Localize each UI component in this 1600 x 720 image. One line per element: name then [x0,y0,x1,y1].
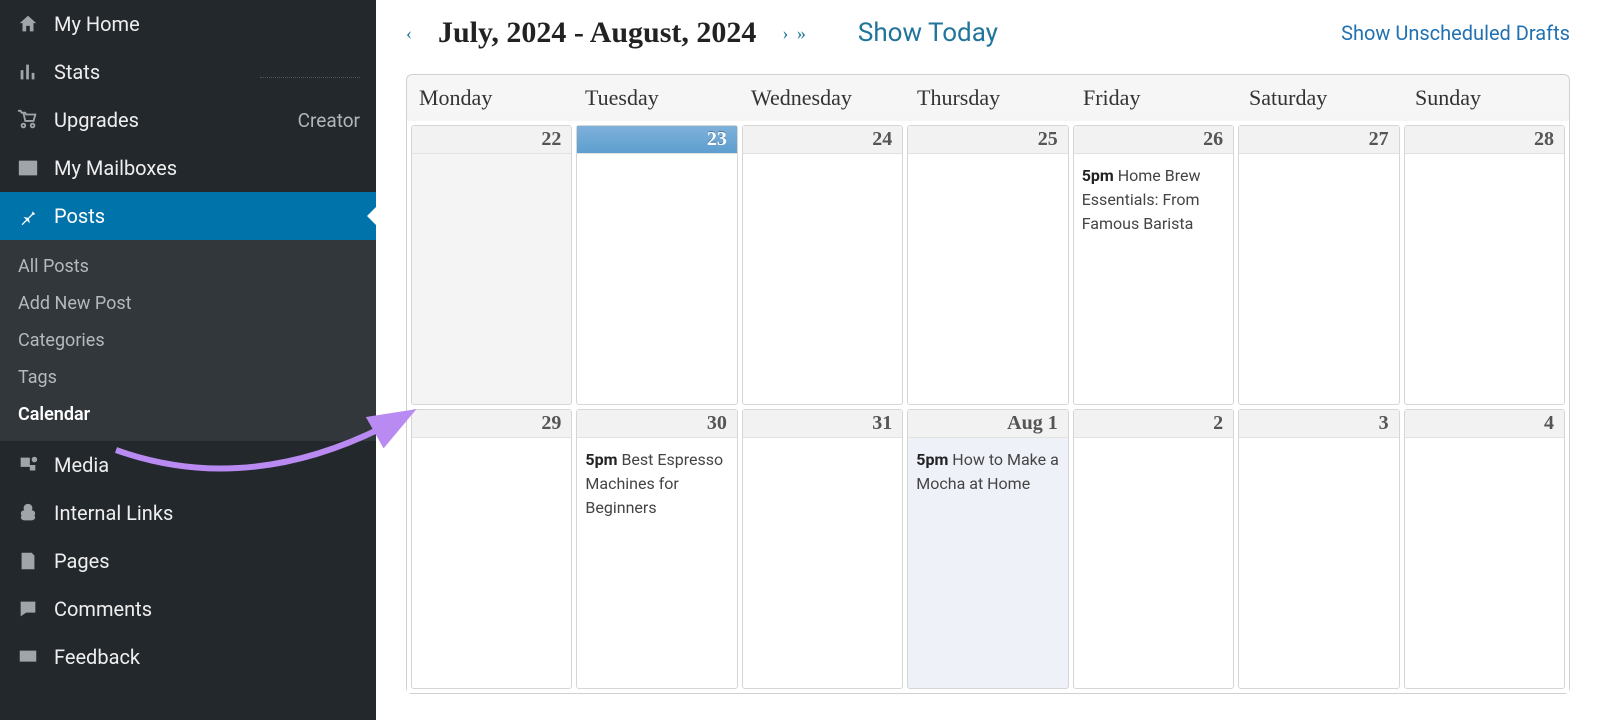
calendar-day-cell[interactable]: 22 [411,125,572,405]
prev-month-button[interactable]: ‹ [406,23,412,44]
calendar-day-cell[interactable]: 28 [1404,125,1565,405]
day-number: 3 [1239,410,1398,438]
calendar-day-cell[interactable]: 4 [1404,409,1565,689]
day-number: 31 [743,410,902,438]
stats-icon [16,60,40,84]
weekday-header: Tuesday [573,75,739,121]
sidebar-item-label: My Home [54,12,140,36]
divider [260,77,360,78]
sidebar-item-label: Stats [54,60,100,84]
calendar-day-cell[interactable]: 2 [1073,409,1234,689]
sidebar-item-label: Posts [54,204,105,228]
sidebar-item-feedback[interactable]: Feedback [0,633,376,681]
calendar-day-cell[interactable]: 31 [742,409,903,689]
calendar-day-cell[interactable]: 265pm Home Brew Essentials: From Famous … [1073,125,1234,405]
weekday-header: Friday [1071,75,1237,121]
sidebar-item-upgrades[interactable]: Upgrades Creator [0,96,376,144]
sidebar-item-my-mailboxes[interactable]: My Mailboxes [0,144,376,192]
sidebar-item-comments[interactable]: Comments [0,585,376,633]
submenu-item-all-posts[interactable]: All Posts [0,248,376,285]
sidebar-item-posts[interactable]: Posts [0,192,376,240]
submenu-item-tags[interactable]: Tags [0,359,376,396]
day-number: 28 [1405,126,1564,154]
day-number: Aug 1 [908,410,1067,438]
sidebar-badge: Creator [298,109,360,132]
day-number: 25 [908,126,1067,154]
calendar-event[interactable]: 5pm How to Make a Mocha at Home [908,438,1067,496]
sidebar-item-label: Internal Links [54,501,173,525]
day-number: 29 [412,410,571,438]
day-number: 4 [1405,410,1564,438]
sidebar-item-label: Upgrades [54,108,139,132]
calendar-day-cell[interactable]: 25 [907,125,1068,405]
comment-icon [16,597,40,621]
day-number: 2 [1074,410,1233,438]
feedback-icon [16,645,40,669]
calendar-day-cell[interactable]: 305pm Best Espresso Machines for Beginne… [576,409,737,689]
sidebar-item-media[interactable]: Media [0,441,376,489]
calendar-range-title: July, 2024 - August, 2024 [438,16,756,50]
day-number: 22 [412,126,571,154]
calendar-event[interactable]: 5pm Home Brew Essentials: From Famous Ba… [1074,154,1233,236]
submenu-item-add-new-post[interactable]: Add New Post [0,285,376,322]
sidebar-item-label: Pages [54,549,110,573]
posts-submenu: All PostsAdd New PostCategoriesTagsCalen… [0,240,376,441]
calendar-day-cell[interactable]: 3 [1238,409,1399,689]
weekday-header: Wednesday [739,75,905,121]
calendar-header: ‹ July, 2024 - August, 2024 › » Show Tod… [406,0,1570,74]
calendar-main: ‹ July, 2024 - August, 2024 › » Show Tod… [376,0,1600,720]
cart-icon [16,108,40,132]
mail-icon [16,156,40,180]
sidebar-item-label: Feedback [54,645,140,669]
show-today-link[interactable]: Show Today [858,18,998,48]
submenu-item-categories[interactable]: Categories [0,322,376,359]
calendar-event[interactable]: 5pm Best Espresso Machines for Beginners [577,438,736,520]
calendar-day-cell[interactable]: 27 [1238,125,1399,405]
weekday-header-row: MondayTuesdayWednesdayThursdayFridaySatu… [407,75,1569,121]
sidebar-item-label: Media [54,453,109,477]
calendar-grid: MondayTuesdayWednesdayThursdayFridaySatu… [406,74,1570,694]
admin-sidebar: My Home Stats Upgrades Creator My Mailboxes P… [0,0,376,720]
day-number: 23 [577,126,736,154]
weekday-header: Saturday [1237,75,1403,121]
calendar-day-cell[interactable]: 29 [411,409,572,689]
weekday-header: Monday [407,75,573,121]
calendar-day-cell[interactable]: Aug 15pm How to Make a Mocha at Home [907,409,1068,689]
sidebar-item-label: My Mailboxes [54,156,177,180]
pin-icon [16,204,40,228]
links-icon [16,501,40,525]
sidebar-item-stats[interactable]: Stats [0,48,376,96]
calendar-day-cell[interactable]: 24 [742,125,903,405]
sidebar-item-internal-links[interactable]: Internal Links [0,489,376,537]
sidebar-item-label: Comments [54,597,152,621]
weekday-header: Thursday [905,75,1071,121]
calendar-day-cell[interactable]: 23 [576,125,737,405]
day-number: 30 [577,410,736,438]
submenu-item-calendar[interactable]: Calendar [0,396,376,433]
day-number: 26 [1074,126,1233,154]
media-icon [16,453,40,477]
pages-icon [16,549,40,573]
home-icon [16,12,40,36]
day-number: 24 [743,126,902,154]
next-month-buttons[interactable]: › » [782,23,808,44]
sidebar-item-my-home[interactable]: My Home [0,0,376,48]
weekday-header: Sunday [1403,75,1569,121]
calendar-cells: 22232425265pm Home Brew Essentials: From… [407,121,1569,693]
sidebar-item-pages[interactable]: Pages [0,537,376,585]
show-unscheduled-drafts-link[interactable]: Show Unscheduled Drafts [1341,21,1570,45]
day-number: 27 [1239,126,1398,154]
